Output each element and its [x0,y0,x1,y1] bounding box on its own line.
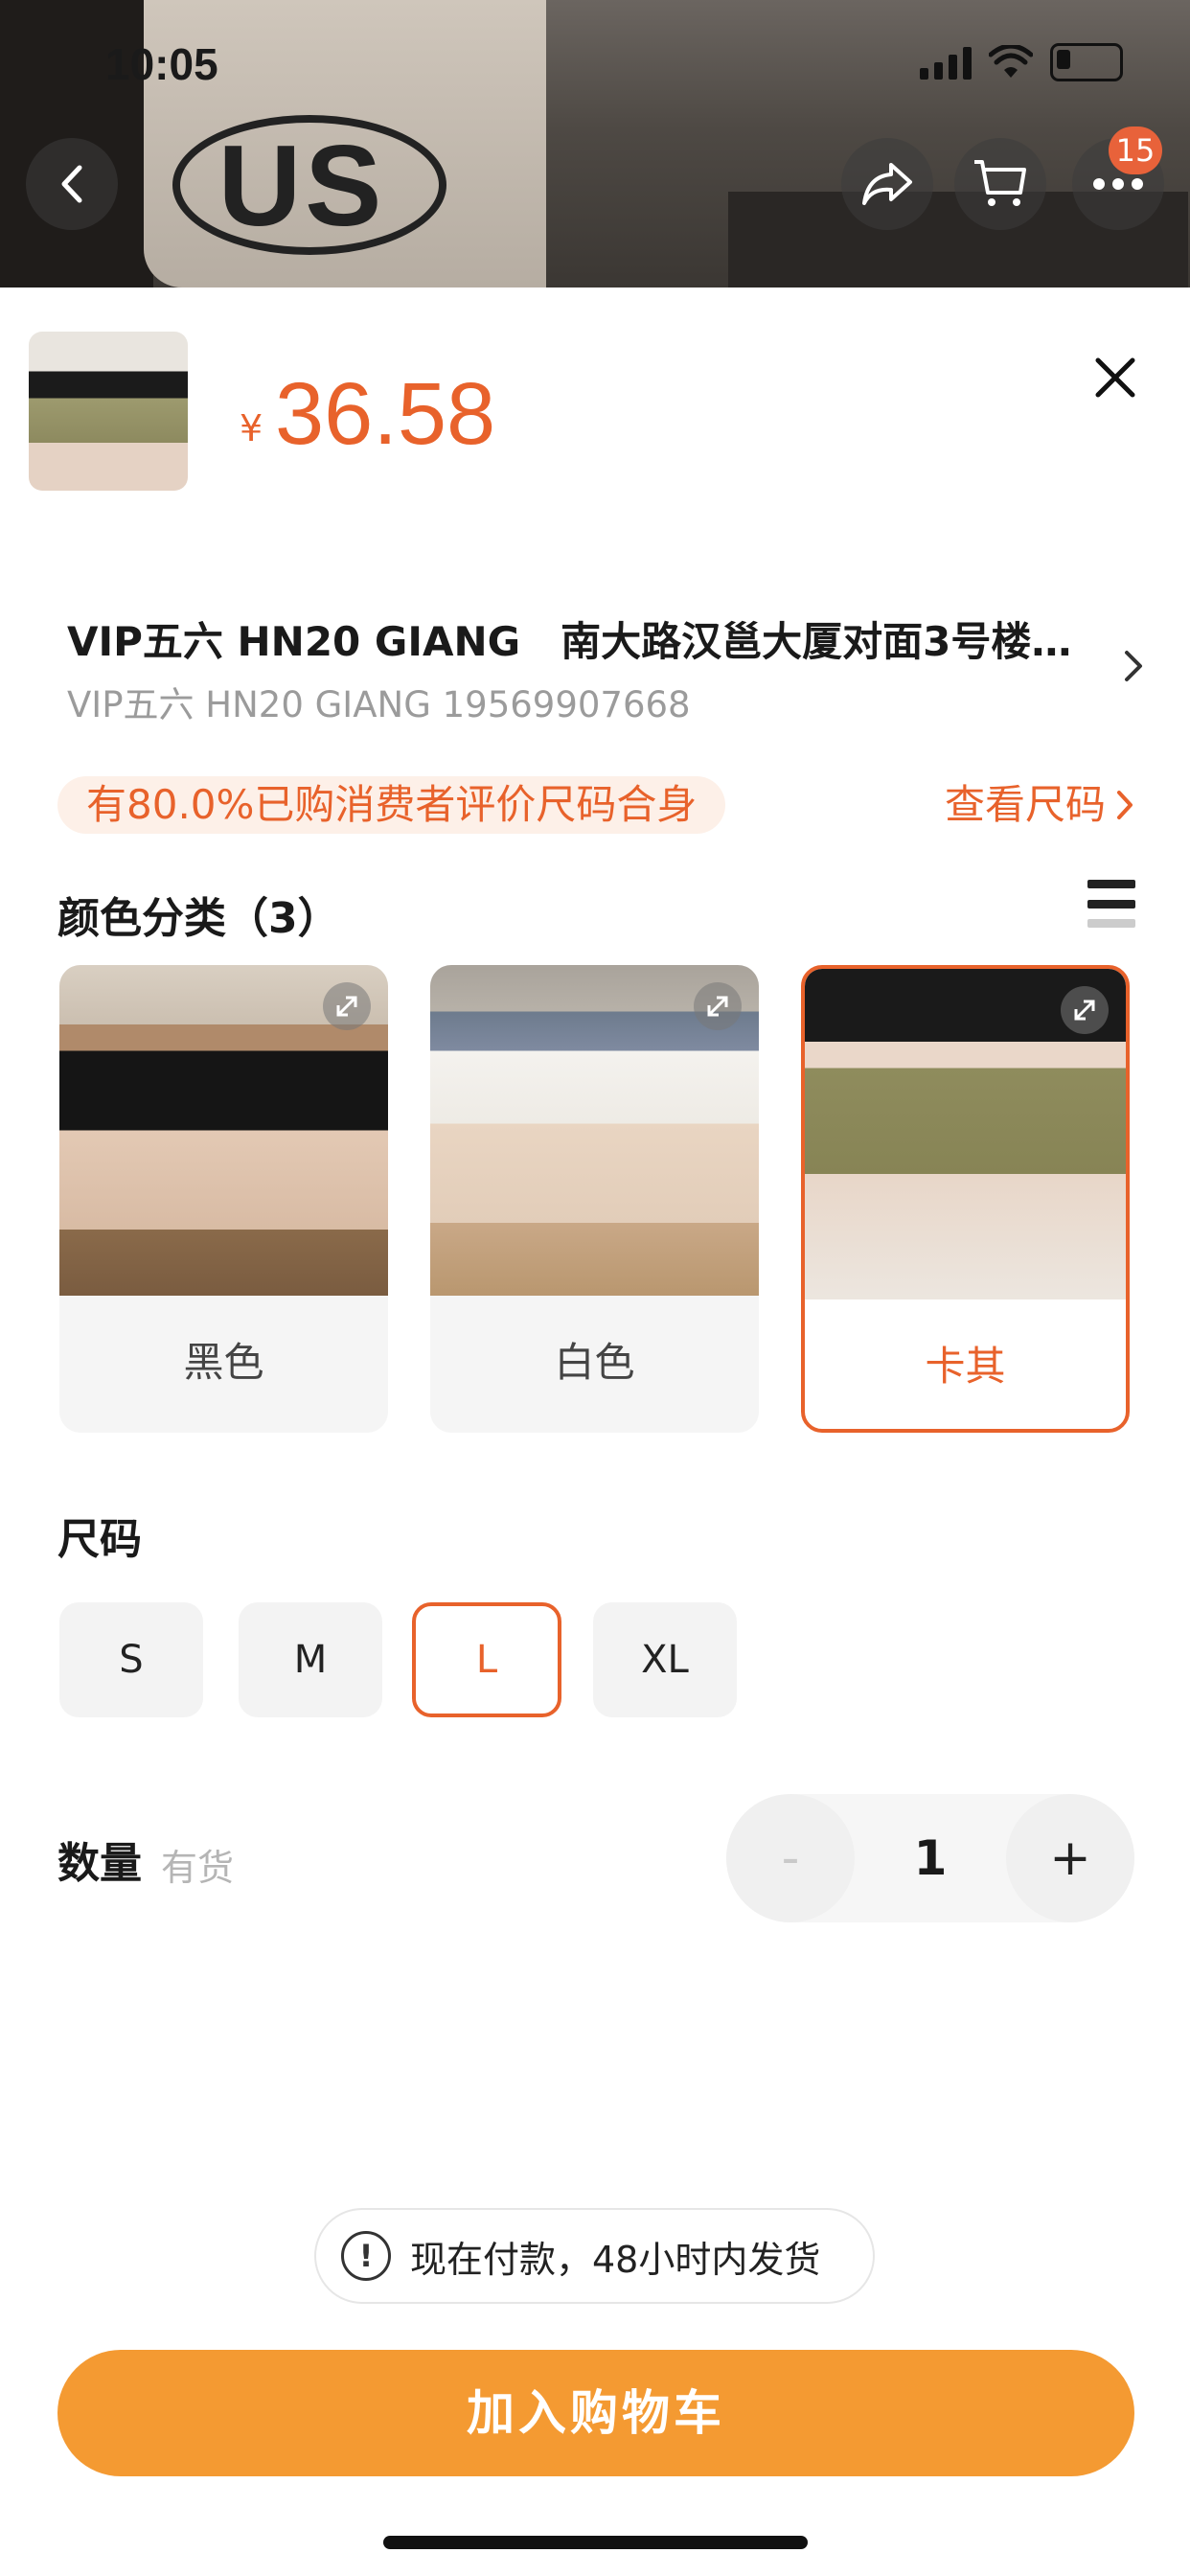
status-time: 10:05 [105,39,218,89]
quantity-title: 数量 [57,1839,142,1888]
size-section-title: 尺码 [57,1515,142,1564]
close-icon[interactable] [1090,353,1140,402]
chevron-left-icon [61,165,82,203]
expand-icon[interactable] [694,982,742,1030]
size-option-m[interactable]: M [239,1602,382,1717]
info-icon: ! [341,2231,391,2281]
address-contact: VIP五六 HN20 GIANG 19569907668 [67,684,691,725]
color-section-title: 颜色分类（3） [57,894,340,943]
share-button[interactable] [841,138,933,230]
color-label: 白色 [554,1339,635,1386]
cart-button[interactable] [954,138,1046,230]
shipping-notice-text: 现在付款，48小时内发货 [410,2238,821,2281]
color-option-black[interactable]: 黑色 [59,965,388,1433]
color-option-khaki[interactable]: 卡其 [801,965,1130,1433]
size-option-xl[interactable]: XL [593,1602,737,1717]
cart-count-badge: 15 [1109,126,1162,174]
shipping-notice: ! 现在付款，48小时内发货 [314,2208,875,2304]
list-view-icon[interactable] [1087,880,1135,928]
size-guide-label: 查看尺码 [944,781,1106,828]
price-value: 36.58 [275,365,496,463]
battery-icon [1050,43,1123,81]
increment-button[interactable]: + [1006,1794,1134,1922]
share-icon [862,163,912,205]
photo-logo-text: US [217,122,386,250]
wifi-icon [989,45,1033,78]
product-thumbnail[interactable] [29,332,188,491]
address-title[interactable]: VIP五六 HN20 GIANG 南大路汉邕大厦对面3号楼6楼东边 [67,610,1073,668]
chevron-right-icon[interactable] [1119,647,1146,685]
color-label: 卡其 [925,1343,1006,1390]
home-indicator[interactable] [383,2536,808,2549]
back-button[interactable] [26,138,118,230]
more-dots-icon [1093,178,1143,190]
expand-icon[interactable] [323,982,371,1030]
decrement-button[interactable]: - [726,1794,855,1922]
status-icons [920,43,1123,81]
quantity-value[interactable]: 1 [855,1794,1006,1922]
fit-rating-pill: 有80.0%已购消费者评价尺码合身 [57,776,726,834]
quantity-stepper: - 1 + [726,1794,1134,1922]
color-option-white[interactable]: 白色 [430,965,759,1433]
size-option-l[interactable]: L [412,1602,561,1717]
size-option-s[interactable]: S [59,1602,203,1717]
cart-icon [974,160,1026,206]
color-label: 黑色 [183,1339,264,1386]
cellular-signal-icon [920,45,972,80]
size-guide-link[interactable]: 查看尺码 [945,776,1134,834]
add-to-cart-button[interactable]: 加入购物车 [57,2350,1134,2476]
stock-status: 有货 [161,1847,235,1889]
expand-icon[interactable] [1061,986,1109,1034]
chevron-right-icon [1117,791,1133,819]
price-currency: ¥ [240,407,263,449]
